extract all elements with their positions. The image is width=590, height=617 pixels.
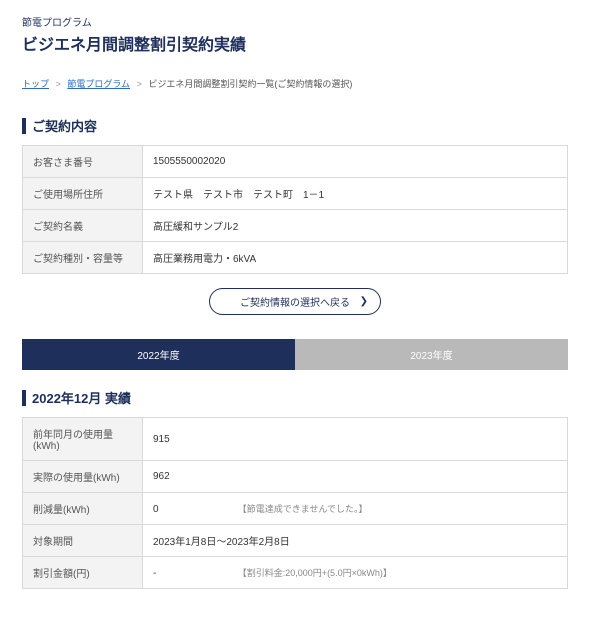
table-row: ご契約種別・容量等 高圧業務用電力・6kVA: [23, 242, 568, 274]
results-section-title: 2022年12月 実績: [32, 388, 131, 407]
reduction-note: 【節電達成できませんでした。】: [238, 504, 368, 514]
table-row: 削減量(kWh) 0 【節電達成できませんでした。】: [23, 493, 568, 525]
table-row: 対象期間 2023年1月8日～2023年2月8日: [23, 525, 568, 557]
breadcrumb-program[interactable]: 節電プログラム: [67, 79, 130, 89]
table-row: ご契約名義 高圧緩和サンプル2: [23, 210, 568, 242]
tab-2023[interactable]: 2023年度: [295, 339, 568, 370]
chevron-right-icon: ❯: [360, 296, 368, 307]
breadcrumb-sep: >: [137, 79, 142, 89]
back-button[interactable]: ご契約情報の選択へ戻る ❯: [209, 288, 381, 315]
actual-usage-label: 実際の使用量(kWh): [23, 461, 143, 493]
address-value: テスト県 テスト市 テスト町 1－1: [143, 178, 568, 210]
prev-usage-value: 915: [143, 418, 568, 461]
breadcrumb: トップ > 節電プログラム > ビジエネ月間調整割引契約一覧(ご契約情報の選択): [22, 77, 568, 90]
back-button-wrap: ご契約情報の選択へ戻る ❯: [22, 288, 568, 315]
breadcrumb-top[interactable]: トップ: [22, 79, 49, 89]
reduction-value: 0: [153, 504, 213, 515]
results-section-head: 2022年12月 実績: [22, 388, 568, 407]
contract-section-title: ご契約内容: [32, 116, 97, 135]
table-row: 実際の使用量(kWh) 962: [23, 461, 568, 493]
section-bar-icon: [22, 390, 26, 406]
name-value: 高圧緩和サンプル2: [143, 210, 568, 242]
discount-value: -: [153, 568, 213, 579]
section-bar-icon: [22, 118, 26, 134]
period-value: 2023年1月8日～2023年2月8日: [143, 525, 568, 557]
period-label: 対象期間: [23, 525, 143, 557]
contract-table: お客さま番号 1505550002020 ご使用場所住所 テスト県 テスト市 テ…: [22, 145, 568, 274]
reduction-cell: 0 【節電達成できませんでした。】: [143, 493, 568, 525]
type-label: ご契約種別・容量等: [23, 242, 143, 274]
tab-2022[interactable]: 2022年度: [22, 339, 295, 370]
table-row: 割引金額(円) - 【割引料金:20,000円+(5.0円×0kWh)】: [23, 557, 568, 589]
table-row: ご使用場所住所 テスト県 テスト市 テスト町 1－1: [23, 178, 568, 210]
discount-cell: - 【割引料金:20,000円+(5.0円×0kWh)】: [143, 557, 568, 589]
customer-no-label: お客さま番号: [23, 146, 143, 178]
customer-no-value: 1505550002020: [143, 146, 568, 178]
breadcrumb-sep: >: [56, 79, 61, 89]
contract-section-head: ご契約内容: [22, 116, 568, 135]
table-row: 前年同月の使用量(kWh) 915: [23, 418, 568, 461]
prev-usage-label: 前年同月の使用量(kWh): [23, 418, 143, 461]
discount-note: 【割引料金:20,000円+(5.0円×0kWh)】: [238, 568, 392, 578]
discount-label: 割引金額(円): [23, 557, 143, 589]
address-label: ご使用場所住所: [23, 178, 143, 210]
actual-usage-value: 962: [143, 461, 568, 493]
year-tabs: 2022年度 2023年度: [22, 339, 568, 370]
breadcrumb-current: ビジエネ月間調整割引契約一覧(ご契約情報の選択): [148, 79, 352, 89]
reduction-label: 削減量(kWh): [23, 493, 143, 525]
program-name: 節電プログラム: [22, 14, 568, 29]
results-table: 前年同月の使用量(kWh) 915 実際の使用量(kWh) 962 削減量(kW…: [22, 417, 568, 589]
type-value: 高圧業務用電力・6kVA: [143, 242, 568, 274]
name-label: ご契約名義: [23, 210, 143, 242]
table-row: お客さま番号 1505550002020: [23, 146, 568, 178]
page-title: ビジエネ月間調整割引契約実績: [22, 31, 568, 55]
back-button-label: ご契約情報の選択へ戻る: [240, 294, 350, 309]
